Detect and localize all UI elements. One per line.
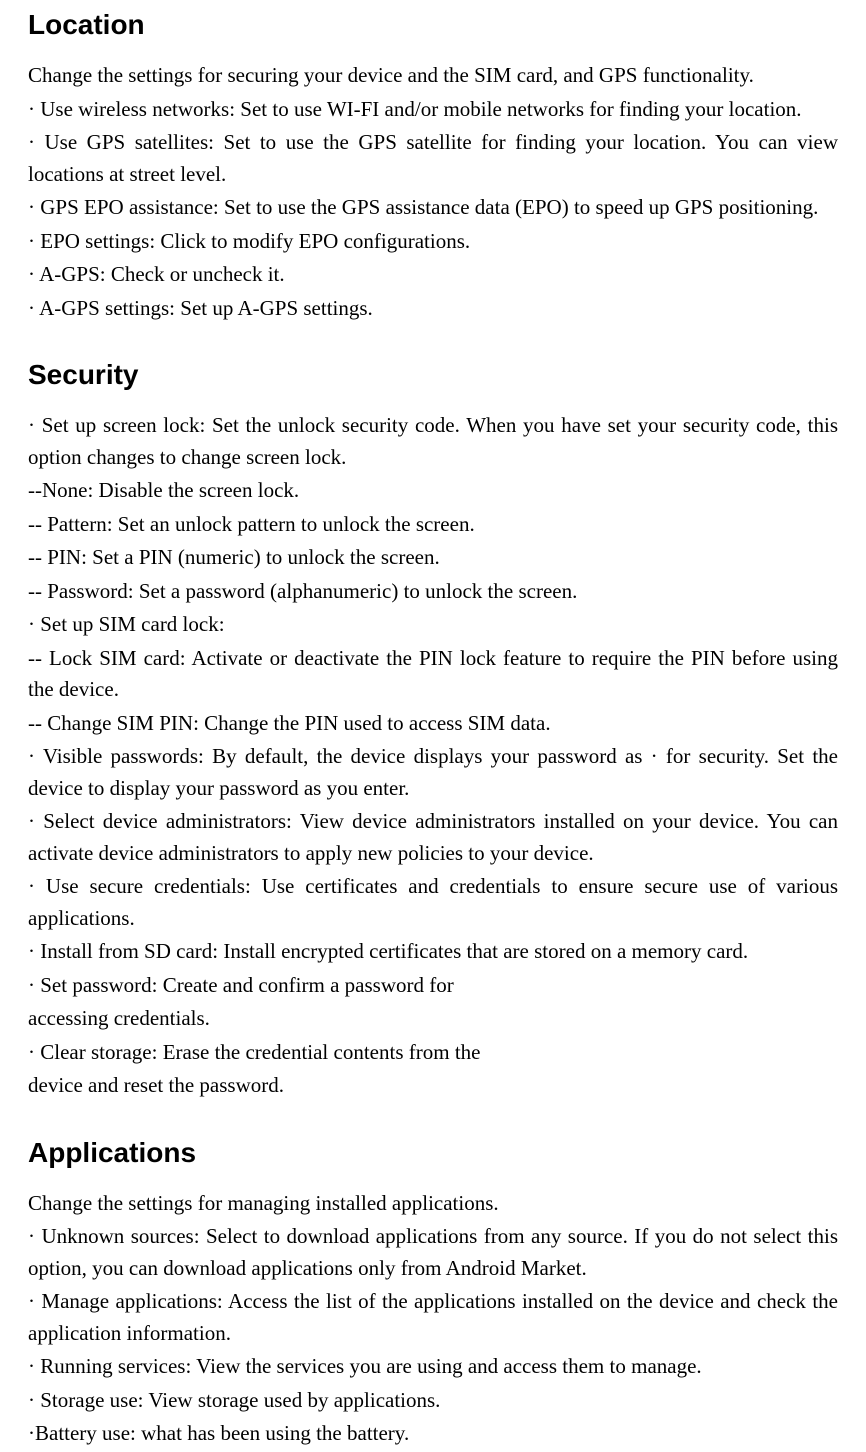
security-item: · Set up SIM card lock:	[28, 609, 838, 641]
security-item: · Visible passwords: By default, the dev…	[28, 741, 838, 804]
applications-item: · Manage applications: Access the list o…	[28, 1286, 838, 1349]
security-item: -- Lock SIM card: Activate or deactivate…	[28, 643, 838, 706]
security-item: device and reset the password.	[28, 1070, 838, 1102]
security-item: · Use secure credentials: Use certificat…	[28, 871, 838, 934]
security-heading: Security	[28, 354, 838, 396]
location-item: · Use GPS satellites: Set to use the GPS…	[28, 127, 838, 190]
security-item: -- Password: Set a password (alphanumeri…	[28, 576, 838, 608]
location-item: · GPS EPO assistance: Set to use the GPS…	[28, 192, 838, 224]
security-item: · Select device administrators: View dev…	[28, 806, 838, 869]
location-intro: Change the settings for securing your de…	[28, 60, 838, 92]
security-item: -- Pattern: Set an unlock pattern to unl…	[28, 509, 838, 541]
location-item: · EPO settings: Click to modify EPO conf…	[28, 226, 838, 258]
security-item: accessing credentials.	[28, 1003, 838, 1035]
location-item: · Use wireless networks: Set to use WI-F…	[28, 94, 838, 126]
security-item: · Clear storage: Erase the credential co…	[28, 1037, 838, 1069]
applications-item: · Unknown sources: Select to download ap…	[28, 1221, 838, 1284]
security-item: --None: Disable the screen lock.	[28, 475, 838, 507]
security-item: -- PIN: Set a PIN (numeric) to unlock th…	[28, 542, 838, 574]
security-item: · Set up screen lock: Set the unlock sec…	[28, 410, 838, 473]
applications-item: ·Battery use: what has been using the ba…	[28, 1418, 838, 1450]
security-item: · Install from SD card: Install encrypte…	[28, 936, 838, 968]
applications-item: · Storage use: View storage used by appl…	[28, 1385, 838, 1417]
applications-item: · Running services: View the services yo…	[28, 1351, 838, 1383]
applications-heading: Applications	[28, 1132, 838, 1174]
security-item: · Set password: Create and confirm a pas…	[28, 970, 838, 1002]
security-item: -- Change SIM PIN: Change the PIN used t…	[28, 708, 838, 740]
location-heading: Location	[28, 4, 838, 46]
applications-intro: Change the settings for managing install…	[28, 1188, 838, 1220]
location-item: · A-GPS settings: Set up A-GPS settings.	[28, 293, 838, 325]
location-item: · A-GPS: Check or uncheck it.	[28, 259, 838, 291]
